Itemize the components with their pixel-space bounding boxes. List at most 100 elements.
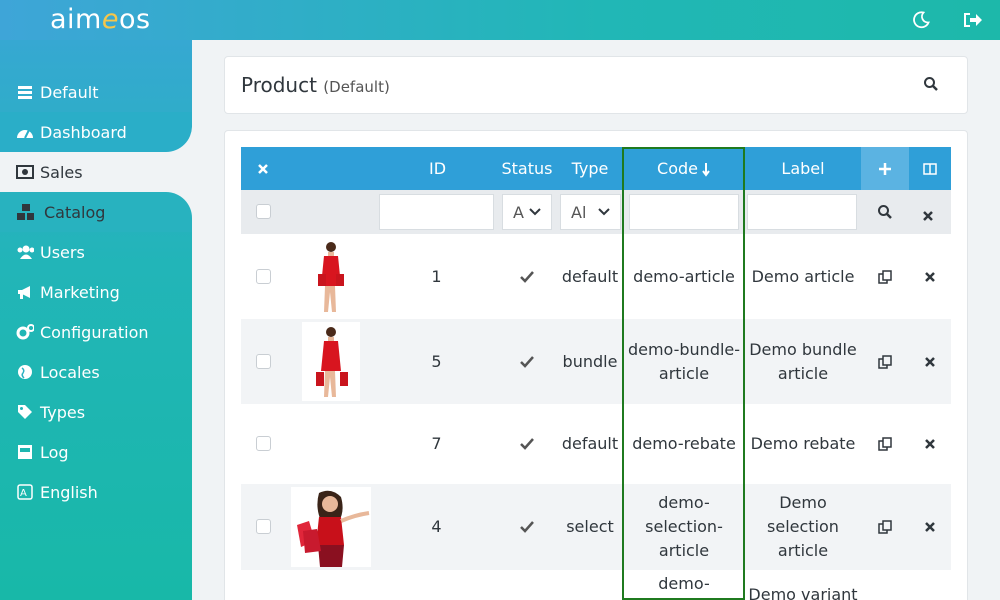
row-code: demo-rebate [632,434,736,453]
code-filter-input[interactable] [629,194,739,230]
row-type: default [561,434,619,453]
row-code-line: article [658,541,710,560]
row-code-line: selection- [645,517,723,536]
sidebar-item-sales[interactable]: Sales [0,152,192,192]
product-thumbnail [291,487,371,567]
sidebar-item-dashboard[interactable]: Dashboard [0,112,192,152]
page-header-panel: Product (Default) [224,56,968,114]
row-label: Demo bundle article [745,319,861,404]
logout-icon[interactable] [962,9,984,31]
status-filter-select[interactable]: A [502,194,552,230]
status-check-icon [497,404,557,484]
sidebar-item-label: Sales [40,162,83,182]
row-label-line: Demo bundle [749,339,857,359]
sidebar-item-label: Types [40,402,86,422]
sidebar-item-english[interactable]: A English [0,472,192,512]
filter-search-icon[interactable] [877,204,893,224]
header-label[interactable]: Label [745,147,861,190]
row-label-line: article [777,541,829,560]
select-all-clear-button[interactable] [241,147,378,190]
sidebar-item-label: Dashboard [40,122,127,142]
row-id: 4 [431,517,442,536]
inbox-icon [16,443,34,461]
delete-icon[interactable] [909,234,951,319]
aimeos-logo[interactable]: aimeos [50,4,151,35]
chevron-down-icon [529,208,541,216]
copy-icon[interactable] [861,404,909,484]
row-code-line: demo-bundle- [627,339,741,359]
row-type: bundle [562,351,618,371]
row-type: default [561,266,619,286]
row-label: Demo article [751,266,855,286]
row-checkbox[interactable] [256,269,271,284]
row-code-line: demo- [658,493,710,512]
header-code[interactable]: Code [623,147,745,190]
sidebar-item-marketing[interactable]: Marketing [0,272,192,312]
row-label: Demo variant [748,585,858,600]
filter-clear-icon[interactable] [922,207,934,226]
sidebar-item-locales[interactable]: Locales [0,352,192,392]
row-type: select [566,517,614,536]
add-button[interactable] [861,147,909,190]
id-filter-input[interactable] [379,194,494,230]
row-checkbox[interactable] [256,354,271,369]
row-code: demo- [658,574,710,593]
row-id: 7 [431,434,442,453]
chevron-down-icon [598,208,610,216]
moon-icon[interactable] [910,9,932,31]
sidebar-item-label: Users [40,242,85,262]
label-filter-input[interactable] [747,194,857,230]
type-filter-value: Al [571,202,587,222]
row-label: Demo selection article [745,484,861,570]
copy-icon[interactable] [861,319,909,404]
delete-icon[interactable] [909,404,951,484]
cogs-icon [16,323,34,341]
row-checkbox[interactable] [256,519,271,534]
header-id[interactable]: ID [378,147,497,190]
plus-icon [879,162,891,175]
delete-icon[interactable] [909,484,951,570]
copy-icon[interactable] [861,234,909,319]
sidebar-item-label: Log [40,442,69,462]
megaphone-icon [16,283,34,301]
delete-icon[interactable] [909,319,951,404]
header-status[interactable]: Status [497,147,557,190]
row-label-line: selection [767,517,839,536]
select-all-checkbox[interactable] [256,204,271,219]
row-label-line: article [777,363,829,383]
row-code: demo-article [633,266,735,286]
product-thumbnail [302,322,360,401]
sidebar-item-log[interactable]: Log [0,432,192,472]
sidebar-item-label: Default [40,82,99,102]
status-filter-value: A [513,202,524,222]
header-type[interactable]: Type [557,147,623,190]
sidebar-item-label: English [40,482,98,502]
sidebar-item-label: Marketing [40,282,120,302]
header-code-label: Code [657,159,698,178]
language-icon: A [16,483,34,501]
sidebar-item-users[interactable]: Users [0,232,192,272]
close-icon [258,163,268,174]
columns-button[interactable] [909,147,951,190]
sidebar-item-label: Locales [40,362,100,382]
type-filter-select[interactable]: Al [560,194,621,230]
sidebar-item-catalog[interactable]: Catalog [0,192,192,232]
money-icon [16,163,34,181]
row-code-line: article [658,363,710,383]
row-code: demo- selection- article [623,484,745,570]
sidebar-item-configuration[interactable]: Configuration [0,312,192,352]
sidebar-item-label: Catalog [44,202,106,222]
row-code: demo-bundle- article [623,319,745,404]
search-icon[interactable] [923,76,943,96]
status-check-icon [497,234,557,319]
row-checkbox[interactable] [256,436,271,451]
page-title: Product (Default) [241,73,390,97]
svg-text:A: A [20,488,27,499]
globe-icon [16,363,34,381]
copy-icon[interactable] [861,484,909,570]
row-id: 1 [431,266,442,286]
sidebar-item-default[interactable]: Default [0,72,192,112]
sidebar-item-types[interactable]: Types [0,392,192,432]
status-check-icon [497,319,557,404]
sidebar-item-label: Configuration [40,322,149,342]
